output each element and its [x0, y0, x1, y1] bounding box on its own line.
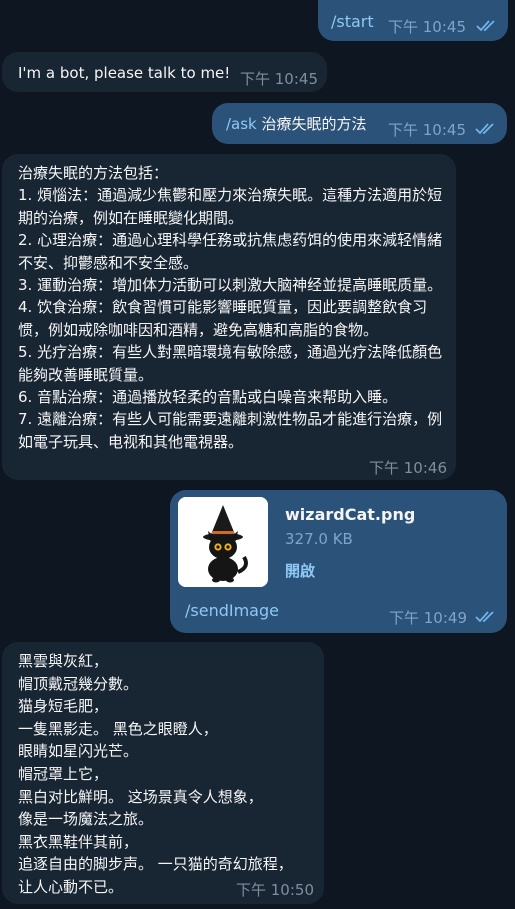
answer-line: 1. 煩惱法：通過減少焦鬱和壓力來治療失眠。這種方法適用於短期的治療，例如在睡眠…: [18, 186, 443, 227]
message-bot-hello: I'm a bot, please talk to me! 下午 10:45: [2, 52, 327, 92]
message-ask: /ask 治療失眠的方法 下午 10:45: [212, 103, 507, 144]
poem-line: 一隻黑影走。 黑色之眼瞪人，: [18, 719, 218, 738]
message-time: 下午 10:45: [388, 18, 466, 36]
answer-line: 2. 心理治療：通過心理科學任務或抗焦虑药饵的使用來減轻情緒不安、抑鬱感和不安全…: [18, 231, 443, 272]
answer-line: 4. 饮食治療：飲食習慣可能影響睡眠質量，因此要調整飲食习惯，例如戒除咖啡因和酒…: [18, 298, 428, 339]
ask-command[interactable]: /ask: [226, 115, 257, 133]
answer-line: 6. 音點治療：通過播放轻柔的音點或白噪音来帮助入睡。: [18, 388, 398, 407]
file-size: 327.0 KB: [285, 530, 353, 548]
answer-line: 治療失眠的方法包括：: [18, 164, 169, 182]
poem-line: 像是一场魔法之旅。: [18, 810, 154, 829]
poem-text: 黑雲與灰紅， 帽顶戴冠幾分數。 猫身短毛肥， 一隻黑影走。 黑色之眼瞪人， 眼睛…: [18, 650, 318, 899]
message-text: /ask 治療失眠的方法: [226, 113, 367, 135]
message-text[interactable]: /start: [331, 11, 374, 33]
file-name: wizardCat.png: [285, 505, 416, 524]
message-text: I'm a bot, please talk to me!: [18, 64, 231, 82]
answer-line: 7. 遠離治療：有些人可能需要遠離刺激性物品才能進行治療，例如電子玩具、电视和其…: [18, 410, 443, 451]
poem-line: 黑白对比鮮明。 这场景真令人想象，: [18, 787, 263, 806]
image-thumbnail[interactable]: [178, 497, 268, 587]
sendimage-command[interactable]: /sendImage: [185, 601, 279, 620]
answer-line: 3. 運動治療：增加体力活動可以刺激大脑神经並提高睡眠质量。: [18, 276, 443, 295]
double-check-icon: [476, 20, 495, 32]
poem-line: 帽冠罩上它，: [18, 764, 109, 783]
poem-line: 帽顶戴冠幾分數。: [18, 674, 139, 693]
poem-line: 眼睛如星闪光芒。: [18, 742, 139, 761]
answer-text: 治療失眠的方法包括： 1. 煩惱法：通過減少焦鬱和壓力來治療失眠。這種方法適用於…: [18, 162, 443, 453]
double-check-icon: [475, 611, 494, 623]
message-start[interactable]: /start 下午 10:45: [318, 0, 508, 41]
ask-query: 治療失眠的方法: [256, 115, 367, 133]
poem-line: 黑雲與灰紅，: [18, 652, 109, 670]
message-time: 下午 10:49: [389, 609, 467, 627]
double-check-icon: [475, 123, 494, 135]
message-time: 下午 10:46: [369, 459, 447, 477]
answer-line: 5. 光疗治療：有些人對黑暗環境有敏除感，通過光疗法降低顏色能夠改善睡眠質量。: [18, 343, 443, 384]
open-file-button[interactable]: 開啟: [285, 560, 315, 581]
poem-line: 黑衣黑鞋伴其前，: [18, 832, 139, 851]
message-time: 下午 10:45: [240, 70, 318, 88]
wizard-cat-icon: [178, 497, 268, 587]
poem-line: 猫身短毛肥，: [18, 697, 109, 716]
poem-line: 追逐自由的脚步声。 一只猫的奇幻旅程，: [18, 855, 293, 874]
message-time: 下午 10:50: [236, 881, 314, 899]
message-time: 下午 10:45: [388, 121, 466, 139]
